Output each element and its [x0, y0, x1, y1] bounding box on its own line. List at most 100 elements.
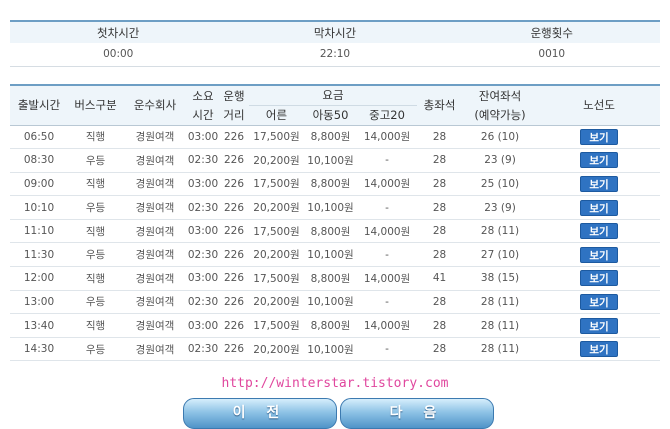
view-route-button[interactable]: 보기 — [580, 293, 619, 310]
schedule-summary: 첫차시간 막차시간 운행횟수 00:00 22:10 0010 — [10, 20, 660, 67]
remaining-seats-cell: 28 (11) — [462, 290, 539, 315]
table-row: 14:30 우등 경원여객 02:30 226 20,200원 10,100원 -28 28 (… — [10, 337, 661, 362]
duration-cell: 02:30 — [187, 337, 219, 362]
distance-cell: 226 — [219, 172, 249, 197]
timetable-body: 06:50 직행 경원여객 03:00 226 17,500원 8,800원 14,000원 2… — [10, 125, 661, 362]
run-count-header: 운행횟수 — [443, 20, 660, 43]
total-seats-header: 총좌석 — [417, 84, 463, 126]
distance-cell: 226 — [219, 313, 249, 338]
bus-type-cell: 우등 — [68, 195, 123, 220]
bus-type-cell: 우등 — [68, 337, 123, 362]
fare-adult-cell: 17,500원 — [249, 313, 304, 338]
fare-student-cell: 14,000원 — [357, 313, 418, 338]
fare-child-cell: 8,800원 — [304, 313, 357, 338]
total-seats-cell: 28 — [417, 313, 463, 338]
fare-adult-cell: 20,200원 — [249, 195, 304, 220]
total-seats-cell: 28 — [417, 148, 463, 173]
fare-adult-cell: 20,200원 — [249, 148, 304, 173]
total-seats-cell: 28 — [417, 290, 463, 315]
view-route-button[interactable]: 보기 — [580, 246, 619, 263]
remaining-seats-cell: 28 (11) — [462, 219, 539, 244]
company-cell: 경원여객 — [123, 219, 187, 244]
table-row: 11:10 직행 경원여객 03:00 226 17,500원 8,800원 14,000원 2… — [10, 219, 661, 244]
departure-time-header: 출발시간 — [10, 84, 68, 126]
last-bus-header: 막차시간 — [226, 20, 444, 43]
duration-header-bottom: 시간 — [187, 105, 219, 126]
view-route-button[interactable]: 보기 — [580, 175, 619, 192]
company-cell: 경원여객 — [123, 242, 187, 268]
route-map-cell: 보기 — [538, 337, 661, 362]
fare-adult-cell: 20,200원 — [249, 242, 304, 268]
view-route-button[interactable]: 보기 — [580, 270, 619, 287]
remaining-seats-cell: 23 (9) — [462, 148, 539, 173]
view-route-button[interactable]: 보기 — [580, 152, 619, 169]
fare-student-cell: - — [357, 195, 418, 220]
fare-adult-cell: 17,500원 — [249, 266, 304, 291]
bus-type-cell: 직행 — [68, 266, 123, 291]
fare-student-cell: 14,000원 — [357, 125, 418, 150]
duration-cell: 03:00 — [187, 266, 219, 291]
total-seats-cell: 28 — [417, 337, 463, 362]
fare-student-cell: - — [357, 337, 418, 362]
previous-button[interactable]: 이 전 — [183, 398, 337, 429]
route-map-cell: 보기 — [538, 172, 661, 197]
last-bus-time: 22:10 — [226, 43, 444, 67]
company-cell: 경원여객 — [123, 337, 187, 362]
bus-type-cell: 우등 — [68, 148, 123, 173]
run-count: 0010 — [443, 43, 660, 67]
bus-type-cell: 우등 — [68, 290, 123, 315]
remaining-seats-header-bottom: (예약가능) — [462, 105, 539, 126]
view-route-button[interactable]: 보기 — [580, 341, 619, 358]
fare-child-cell: 8,800원 — [304, 219, 357, 244]
departure-time-cell: 08:30 — [10, 148, 68, 173]
fare-child-cell: 10,100원 — [304, 195, 357, 220]
route-map-cell: 보기 — [538, 219, 661, 244]
departure-time-cell: 09:00 — [10, 172, 68, 197]
fare-child-cell: 10,100원 — [304, 337, 357, 362]
distance-cell: 226 — [219, 242, 249, 268]
distance-header-top: 운행 — [219, 84, 249, 105]
fare-student-cell: 14,000원 — [357, 266, 418, 291]
route-map-header: 노선도 — [538, 84, 661, 126]
total-seats-cell: 28 — [417, 172, 463, 197]
departure-time-cell: 11:30 — [10, 242, 68, 268]
company-cell: 경원여객 — [123, 148, 187, 173]
duration-cell: 02:30 — [187, 148, 219, 173]
company-cell: 경원여객 — [123, 266, 187, 291]
fare-student-cell: 14,000원 — [357, 172, 418, 197]
view-route-button[interactable]: 보기 — [580, 128, 619, 145]
remaining-seats-cell: 26 (10) — [462, 125, 539, 150]
view-route-button[interactable]: 보기 — [580, 317, 619, 334]
route-map-cell: 보기 — [538, 313, 661, 338]
fare-child-cell: 10,100원 — [304, 242, 357, 268]
next-button[interactable]: 다 음 — [340, 398, 494, 429]
duration-cell: 02:30 — [187, 242, 219, 268]
distance-cell: 226 — [219, 195, 249, 220]
departure-time-cell: 11:10 — [10, 219, 68, 244]
distance-header-bottom: 거리 — [219, 105, 249, 126]
fare-adult-header: 어른 — [249, 104, 304, 126]
bus-type-cell: 직행 — [68, 219, 123, 244]
fare-student-cell: 14,000원 — [357, 219, 418, 244]
view-route-button[interactable]: 보기 — [580, 199, 619, 216]
table-row: 13:40 직행 경원여객 03:00 226 17,500원 8,800원 14,000원 2… — [10, 313, 661, 338]
route-map-cell: 보기 — [538, 242, 661, 268]
departure-time-cell: 12:00 — [10, 266, 68, 291]
table-row: 10:10 우등 경원여객 02:30 226 20,200원 10,100원 -28 23 (… — [10, 195, 661, 220]
first-bus-header: 첫차시간 — [10, 20, 227, 43]
fare-student-cell: - — [357, 242, 418, 268]
departure-time-cell: 06:50 — [10, 125, 68, 150]
table-row: 11:30 우등 경원여객 02:30 226 20,200원 10,100원 -28 27 (… — [10, 242, 661, 268]
distance-cell: 226 — [219, 290, 249, 315]
bus-type-cell: 직행 — [68, 125, 123, 150]
duration-cell: 03:00 — [187, 219, 219, 244]
remaining-seats-cell: 23 (9) — [462, 195, 539, 220]
table-row: 12:00 직행 경원여객 03:00 226 17,500원 8,800원 14,000원 4… — [10, 266, 661, 291]
view-route-button[interactable]: 보기 — [580, 223, 619, 240]
fare-child-cell: 10,100원 — [304, 290, 357, 315]
remaining-seats-cell: 28 (11) — [462, 337, 539, 362]
fare-student-cell: - — [357, 148, 418, 173]
company-cell: 경원여객 — [123, 195, 187, 220]
total-seats-cell: 28 — [417, 125, 463, 150]
duration-cell: 03:00 — [187, 313, 219, 338]
